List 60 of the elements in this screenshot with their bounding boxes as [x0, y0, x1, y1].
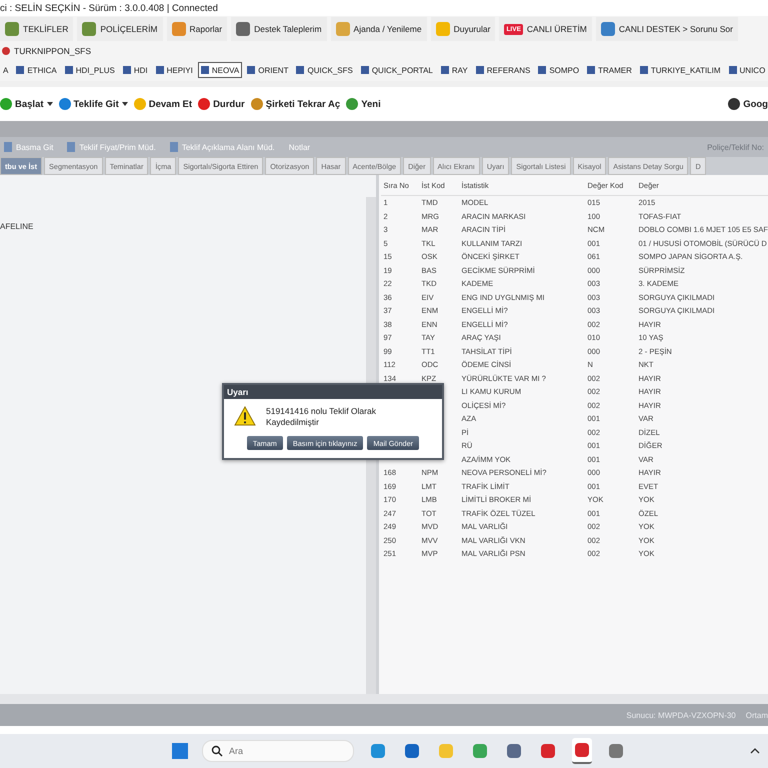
menu-button[interactable]: TEKLİFLER — [0, 17, 74, 41]
menu-button[interactable]: CANLI DESTEK > Sorunu Sor — [596, 17, 738, 41]
toolbar-button[interactable]: Durdur — [198, 98, 245, 110]
company-logo-icon — [538, 66, 546, 74]
company-logo-icon — [476, 66, 484, 74]
list-item[interactable]: AFELINE — [0, 222, 366, 231]
company-button[interactable]: NEOVA — [198, 62, 242, 78]
company-logo-icon — [200, 66, 209, 74]
app-icon[interactable] — [572, 738, 592, 764]
caret-icon[interactable] — [46, 102, 53, 106]
company-logo-icon — [64, 66, 73, 74]
caret-icon[interactable] — [122, 102, 128, 106]
search-field[interactable]: Ara — [202, 740, 354, 762]
company-button[interactable]: REFERANS — [472, 62, 534, 78]
company-logo-icon — [122, 66, 131, 74]
warning-icon — [234, 406, 256, 426]
toolbar-button[interactable]: Başlat — [0, 98, 44, 110]
company-button[interactable]: UNICO — [726, 62, 768, 78]
company-button[interactable]: HDI — [120, 62, 151, 78]
company-button[interactable]: RAY — [438, 62, 471, 78]
company-logo-icon — [247, 66, 256, 74]
company-logo-icon — [156, 66, 164, 74]
menu-button[interactable]: Raporlar — [166, 17, 228, 41]
menu-button[interactable]: Ajanda / Yenileme — [330, 17, 427, 41]
company-logo-icon — [640, 66, 648, 74]
dialog-message: 519141416 nolu Teklif Olarak Kaydedilmiştir — [266, 406, 377, 428]
company-button[interactable]: QUICK_PORTAL — [358, 62, 436, 78]
submenu-button[interactable]: TURKNIPPON_SFS — [2, 46, 91, 56]
company-button[interactable]: ORIENT — [244, 62, 292, 78]
chevron-icon[interactable] — [750, 748, 760, 754]
toolbar-button[interactable]: Devam Et — [134, 98, 192, 110]
toolbar-button[interactable]: Şirketi Tekrar Aç — [250, 98, 340, 110]
company-button[interactable]: TRAMER — [584, 62, 635, 78]
company-button[interactable]: SOMPO — [535, 62, 582, 78]
company-button[interactable]: QUICK_SFS — [293, 62, 356, 78]
menu-button[interactable]: POLİÇELERİM — [77, 17, 163, 41]
toolbar-button[interactable]: Teklife Git — [58, 98, 119, 110]
search-icon — [211, 745, 223, 757]
menu-button[interactable]: Destek Taleplerim — [231, 17, 327, 41]
company-logo-icon — [587, 66, 596, 74]
logo-icon — [2, 46, 10, 54]
company-logo-icon — [728, 66, 737, 74]
environment-label: Ortam — [746, 710, 768, 720]
company-logo-icon — [296, 66, 304, 74]
company-logo-icon — [440, 66, 449, 74]
company-button[interactable]: A — [0, 62, 12, 78]
windows-start-icon[interactable] — [172, 743, 188, 759]
toolbar-button[interactable]: Yeni — [346, 98, 381, 110]
company-button[interactable]: HEPIYI — [152, 62, 196, 78]
dialog-title: Uyarı — [227, 387, 248, 397]
company-logo-icon — [360, 66, 369, 74]
company-logo-icon — [16, 66, 24, 74]
server-label: Sunucu: MWPDA-VZXOPN-30 — [626, 710, 736, 720]
toolbar-button[interactable]: Goog — [728, 98, 768, 110]
scrollbar[interactable] — [0, 694, 768, 704]
company-button[interactable]: HDI_PLUS — [62, 62, 118, 78]
menu-button[interactable]: Duyurular — [430, 17, 496, 41]
window-title: ci : SELİN SEÇKİN - Sürüm : 3.0.0.408 | Connected — [0, 2, 218, 14]
company-button[interactable]: ETHICA — [13, 62, 60, 78]
company-button[interactable]: TURKIYE_KATILIM — [636, 62, 724, 78]
